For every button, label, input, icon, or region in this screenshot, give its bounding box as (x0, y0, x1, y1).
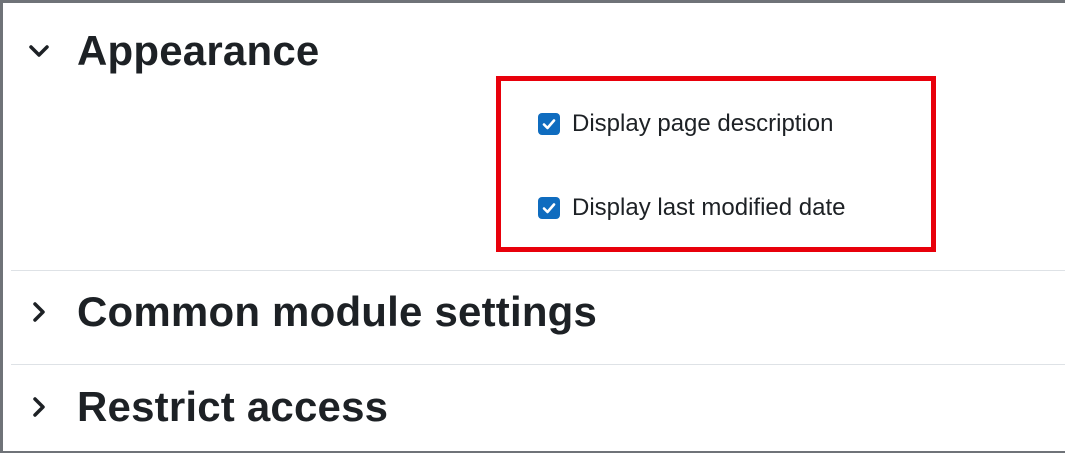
chevron-right-icon (25, 298, 53, 326)
section-title-appearance: Appearance (77, 27, 320, 74)
display-last-modified-date-checkbox-row[interactable]: Display last modified date (538, 194, 845, 222)
checkmark-icon (542, 203, 556, 214)
checkmark-icon (542, 119, 556, 130)
chevron-down-icon (25, 37, 53, 65)
section-appearance-toggle[interactable]: Appearance (25, 27, 319, 75)
section-title-common-module-settings: Common module settings (77, 288, 598, 335)
display-last-modified-date-checkbox[interactable] (538, 197, 560, 219)
display-page-description-checkbox-row[interactable]: Display page description (538, 110, 833, 138)
settings-panel: Appearance Display page description Disp… (0, 0, 1065, 453)
section-divider (11, 364, 1065, 365)
display-page-description-label: Display page description (572, 110, 834, 137)
chevron-right-icon (25, 393, 53, 421)
display-page-description-checkbox[interactable] (538, 113, 560, 135)
section-common-module-settings-toggle[interactable]: Common module settings (25, 288, 597, 336)
section-divider (11, 270, 1065, 271)
section-title-restrict-access: Restrict access (77, 383, 389, 430)
display-last-modified-date-label: Display last modified date (572, 194, 846, 221)
section-restrict-access-toggle[interactable]: Restrict access (25, 383, 388, 431)
highlight-annotation (496, 76, 936, 252)
